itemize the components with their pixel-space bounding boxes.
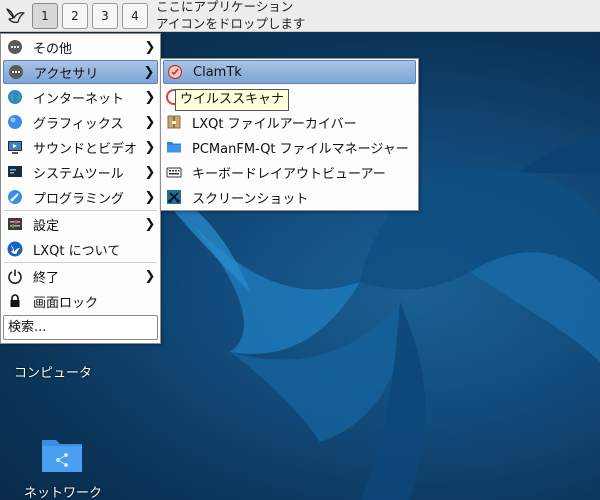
menu-item-label: アクセサリ [34, 66, 99, 82]
chevron-right-icon: ❯ [144, 114, 156, 130]
archiver-icon [166, 114, 182, 130]
desktop-switch-3[interactable]: 3 [92, 3, 118, 29]
submenu-item-label: スクリーンショット [192, 191, 309, 207]
menu-item-lock-screen[interactable]: 画面ロック [3, 289, 158, 313]
submenu-item-screenshot[interactable]: スクリーンショット [163, 185, 416, 209]
tooltip: ウイルススキャナ [175, 89, 290, 111]
submenu-item-keyboard-viewer[interactable]: キーボードレイアウトビューアー [163, 160, 416, 184]
computer-desktop-label[interactable]: コンピュータ [14, 362, 92, 381]
screenshot-icon [166, 189, 182, 205]
folder-icon [166, 139, 182, 155]
menu-item-label: 画面ロック [33, 295, 99, 311]
chevron-right-icon: ❯ [144, 89, 156, 105]
top-panel: 1 2 3 4 ここにアプリケーション アイコンをドロップします [0, 0, 600, 32]
power-icon [7, 268, 23, 284]
chevron-right-icon: ❯ [144, 164, 156, 180]
quicklaunch-drop-hint: ここにアプリケーション アイコンをドロップします [156, 0, 305, 32]
quicklaunch-hint-line1: ここにアプリケーション [156, 0, 294, 14]
menu-item-settings[interactable]: 設定 ❯ [3, 212, 158, 236]
menu-item-about-lxqt[interactable]: LXQt について [3, 237, 158, 261]
menu-item-accessories[interactable]: アクセサリ ❯ [3, 60, 158, 84]
submenu-item-file-manager[interactable]: PCManFM-Qt ファイルマネージャー [163, 135, 416, 159]
main-menu-button[interactable] [2, 3, 28, 29]
submenu-item-label: キーボードレイアウトビューアー [192, 166, 386, 182]
settings-icon [7, 216, 23, 232]
menu-item-label: システムツール [33, 166, 124, 182]
submenu-item-archiver[interactable]: LXQt ファイルアーカイバー [163, 110, 416, 134]
chevron-right-icon: ❯ [144, 39, 156, 55]
menu-search-input[interactable]: 検索... [3, 315, 158, 340]
network-folder-icon[interactable] [40, 436, 84, 474]
chevron-right-icon: ❯ [144, 216, 156, 232]
programming-icon [7, 189, 23, 205]
ellipsis-icon [8, 64, 24, 80]
submenu-item-label: ClamTk [193, 64, 242, 80]
submenu-item-clamtk[interactable]: ClamTk [163, 60, 416, 84]
menu-item-system-tools[interactable]: システムツール ❯ [3, 160, 158, 184]
system-tools-icon [7, 164, 23, 180]
menu-item-graphics[interactable]: グラフィックス ❯ [3, 110, 158, 134]
menu-separator [4, 262, 157, 263]
menu-item-label: プログラミング [33, 191, 125, 207]
submenu-item-label: PCManFM-Qt ファイルマネージャー [192, 141, 409, 157]
lxqt-logo-icon [7, 241, 23, 257]
menu-item-label: グラフィックス [33, 116, 124, 132]
menu-item-internet[interactable]: インターネット ❯ [3, 85, 158, 109]
lock-icon [7, 293, 23, 309]
menu-item-label: インターネット [33, 91, 125, 107]
menu-item-label: その他 [33, 41, 73, 57]
multimedia-icon [7, 139, 23, 155]
chevron-right-icon: ❯ [144, 189, 156, 205]
keyboard-icon [166, 164, 182, 180]
ellipsis-icon [7, 39, 23, 55]
lxqt-bird-logo-icon [6, 8, 25, 24]
clamtk-icon [167, 64, 183, 80]
application-menu: その他 ❯ アクセサリ ❯ インターネット ❯ グラフィックス ❯ サウンドとビ… [0, 33, 161, 344]
graphics-icon [7, 114, 23, 130]
submenu-item-label: LXQt ファイルアーカイバー [192, 116, 357, 132]
menu-item-other[interactable]: その他 ❯ [3, 35, 158, 59]
menu-item-leave[interactable]: 終了 ❯ [3, 264, 158, 288]
menu-separator [4, 210, 157, 211]
menu-item-label: LXQt について [33, 243, 121, 259]
network-desktop-label[interactable]: ネットワーク [24, 482, 102, 500]
desktop-switch-2[interactable]: 2 [62, 3, 88, 29]
menu-item-label: 終了 [33, 270, 60, 286]
desktop-switch-4[interactable]: 4 [122, 3, 148, 29]
globe-icon [7, 89, 23, 105]
menu-item-programming[interactable]: プログラミング ❯ [3, 185, 158, 209]
quicklaunch-hint-line2: アイコンをドロップします [156, 16, 306, 31]
chevron-right-icon: ❯ [143, 64, 155, 80]
chevron-right-icon: ❯ [144, 268, 156, 284]
menu-item-label: サウンドとビデオ [33, 141, 138, 157]
menu-item-label: 設定 [33, 218, 60, 234]
menu-item-sound-video[interactable]: サウンドとビデオ ❯ [3, 135, 158, 159]
accessories-submenu: ClamTk LXQt ファイルアーカイバー PCManFM-Qt ファイルマネ… [160, 58, 419, 211]
chevron-right-icon: ❯ [144, 139, 156, 155]
desktop-switch-1[interactable]: 1 [32, 3, 58, 29]
